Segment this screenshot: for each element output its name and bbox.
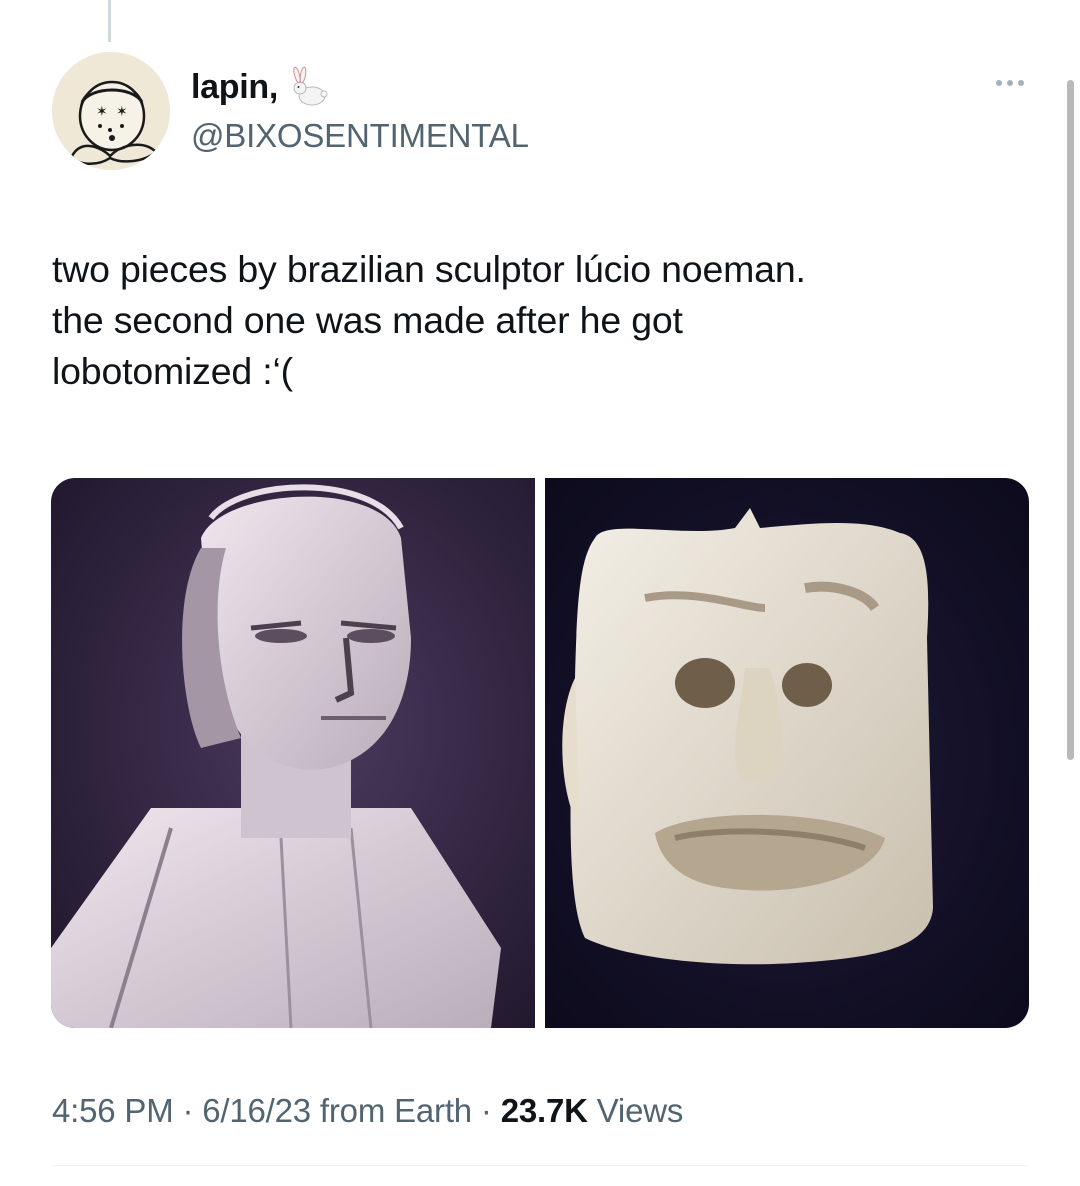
- clown-avatar-icon: ✶ ✶: [52, 52, 170, 170]
- svg-text:✶: ✶: [96, 104, 108, 120]
- tweet-meta: 4:56 PM · 6/16/23 from Earth · 23.7K Vie…: [52, 1092, 683, 1130]
- media-image-2[interactable]: [545, 478, 1029, 1028]
- sculpture-bust-image: [51, 478, 535, 1028]
- handle[interactable]: @BIXOSENTIMENTAL: [191, 117, 529, 155]
- tweet-date[interactable]: 6/16/23: [202, 1092, 311, 1129]
- views-count[interactable]: 23.7K: [501, 1092, 588, 1129]
- media-grid: [51, 478, 1029, 1028]
- svg-text:✶: ✶: [116, 104, 128, 120]
- meta-separator-2: ·: [471, 1092, 501, 1129]
- sculpture-face-image: [545, 478, 1029, 1028]
- tweet-time[interactable]: 4:56 PM: [52, 1092, 174, 1129]
- media-image-1[interactable]: [51, 478, 535, 1028]
- meta-separator: ·: [173, 1092, 203, 1129]
- avatar[interactable]: ✶ ✶: [52, 52, 170, 170]
- rabbit-icon: [286, 64, 332, 110]
- views-label: Views: [587, 1092, 684, 1129]
- tweet-source: from Earth: [310, 1092, 472, 1129]
- author-name-row[interactable]: lapin,: [191, 64, 332, 110]
- scrollbar[interactable]: [1067, 80, 1074, 760]
- display-name[interactable]: lapin,: [191, 68, 278, 107]
- more-options-icon[interactable]: [996, 80, 1024, 86]
- thread-connector-line: [108, 0, 111, 42]
- tweet-text: two pieces by brazilian sculptor lúcio n…: [52, 248, 806, 392]
- divider: [52, 1165, 1028, 1166]
